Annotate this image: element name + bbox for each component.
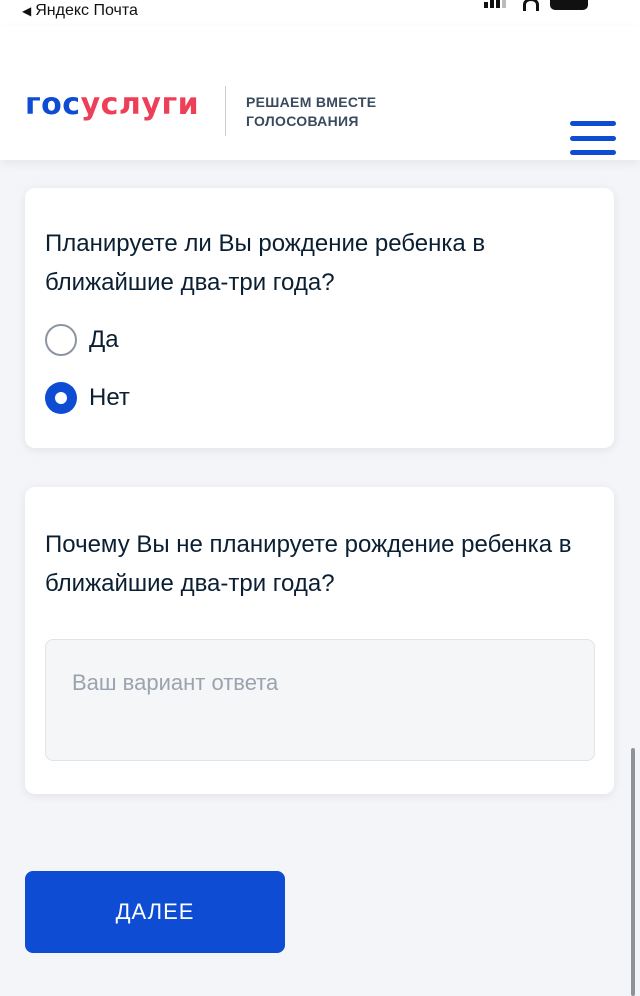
gosuslugi-logo[interactable]: госуслуги [25,88,199,122]
option-no-label: Нет [89,384,130,411]
header-divider [225,86,226,136]
menu-icon[interactable] [570,121,616,155]
site-header: госуслуги РЕШАЕМ ВМЕСТЕ ГОЛОСОВАНИЯ [0,26,640,160]
logo-text-gos: гос [25,87,81,122]
answer-input[interactable] [45,639,595,761]
question-card-2: Почему Вы не планируете рождение ребенка… [25,487,614,794]
back-to-app-link[interactable]: ◀ Яндекс Почта [22,2,138,20]
option-no[interactable]: Нет [45,382,130,414]
logo-text-uslugi: услуги [80,87,200,122]
radio-yes[interactable] [45,324,77,356]
cellular-signal-icon [484,0,506,8]
option-yes-label: Да [89,326,119,353]
option-yes[interactable]: Да [45,324,119,356]
scrollbar[interactable] [631,748,635,996]
radio-no[interactable] [45,382,77,414]
tagline-line-1: РЕШАЕМ ВМЕСТЕ [246,94,377,110]
header-tagline: РЕШАЕМ ВМЕСТЕ ГОЛОСОВАНИЯ [246,93,376,131]
status-bar: ◀ Яндекс Почта [0,0,640,26]
back-app-label: Яндекс Почта [35,2,138,19]
question-1-text: Планируете ли Вы рождение ребенка в ближ… [45,230,486,296]
battery-icon [550,0,588,10]
back-arrow-icon: ◀ [22,4,32,18]
question-2-text: Почему Вы не планируете рождение ребенка… [45,531,572,597]
status-indicators [484,0,588,10]
next-button[interactable]: ДАЛЕЕ [25,871,285,953]
wifi-icon [520,0,536,8]
question-card-1: Планируете ли Вы рождение ребенка в ближ… [25,188,614,448]
tagline-line-2: ГОЛОСОВАНИЯ [246,113,359,129]
